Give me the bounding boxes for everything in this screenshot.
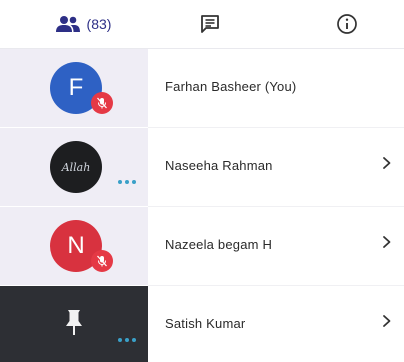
tab-chat[interactable] (180, 0, 240, 48)
participant-name: Satish Kumar (165, 316, 246, 331)
tab-bar: (83) (0, 0, 404, 49)
participant-row[interactable]: N Nazeela begam H (0, 207, 404, 286)
video-tile (0, 286, 148, 362)
info-icon (336, 13, 358, 35)
tab-info[interactable] (322, 0, 372, 48)
avatar-panel: Allah (0, 128, 148, 206)
avatar-initial: F (68, 74, 84, 101)
participants-panel: (83) F Farhan Basheer (You) Allah Naseeh… (0, 0, 404, 362)
participant-name: Farhan Basheer (You) (165, 79, 297, 94)
chevron-right-icon[interactable] (381, 314, 393, 333)
chevron-right-icon[interactable] (381, 235, 393, 254)
participant-row[interactable]: Allah Naseeha Rahman (0, 128, 404, 207)
participant-name: Naseeha Rahman (165, 158, 273, 173)
chat-icon (199, 13, 221, 35)
participant-row[interactable]: Satish Kumar (0, 286, 404, 362)
chevron-right-icon[interactable] (381, 156, 393, 175)
avatar-panel: N (0, 207, 148, 285)
avatar-panel: F (0, 49, 148, 127)
participant-row[interactable]: F Farhan Basheer (You) (0, 49, 404, 128)
participants-count: (83) (86, 16, 112, 32)
pin-icon (62, 308, 86, 343)
avatar: Allah (50, 141, 102, 193)
avatar-image-text: Allah (61, 160, 91, 174)
participant-name: Nazeela begam H (165, 237, 273, 252)
avatar-initial: N (67, 232, 85, 259)
mic-off-icon (91, 92, 113, 114)
more-options-icon[interactable] (118, 180, 136, 184)
participants-list: F Farhan Basheer (You) Allah Naseeha Rah… (0, 49, 404, 362)
tab-participants[interactable]: (83) (38, 0, 128, 48)
mic-off-icon (91, 250, 113, 272)
more-options-icon[interactable] (118, 338, 136, 342)
people-icon (55, 15, 81, 33)
